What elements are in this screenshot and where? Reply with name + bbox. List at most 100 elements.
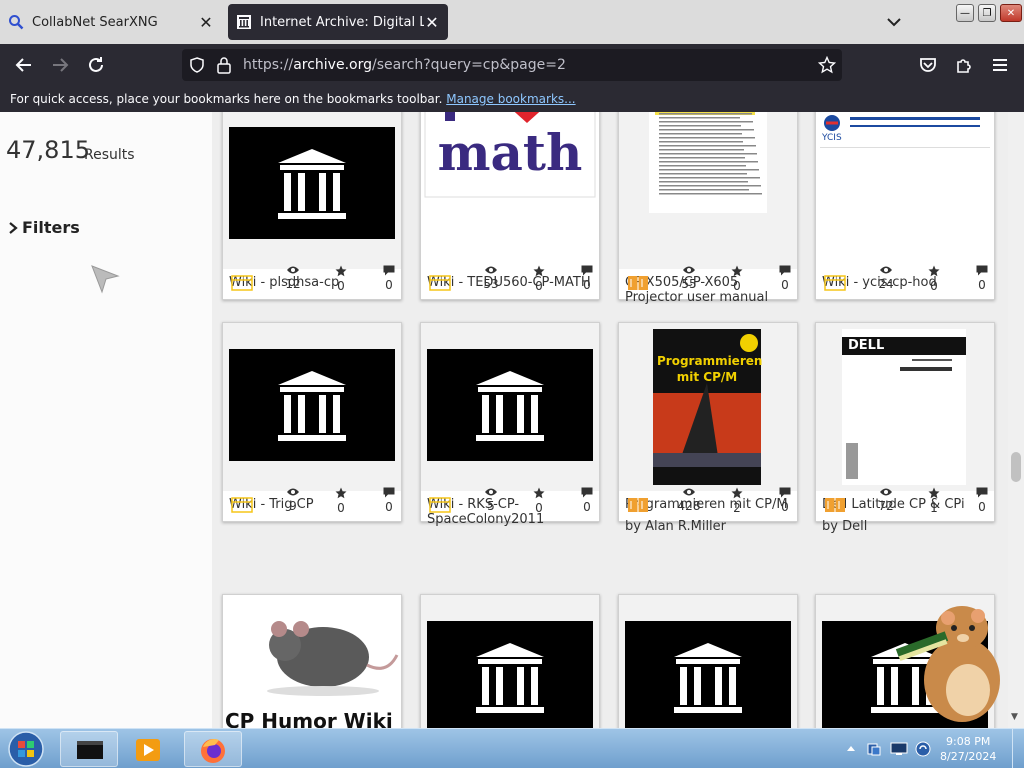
lock-icon[interactable] — [216, 56, 232, 74]
views-count: 53 — [483, 277, 499, 291]
reload-icon[interactable] — [84, 53, 108, 77]
reviews-stat: 0 — [567, 487, 607, 514]
archive-logo-thumbnail[interactable] — [421, 595, 599, 728]
dell-manual-thumbnail[interactable]: DELL — [816, 323, 994, 491]
scroll-down-arrow[interactable]: ▼ — [1011, 712, 1018, 722]
reviews-stat: 0 — [765, 265, 805, 292]
reviews-count: 0 — [385, 278, 393, 292]
favorites-star-icon — [928, 487, 940, 499]
bookmarks-toolbar: For quick access, place your bookmarks h… — [0, 86, 1024, 112]
reviews-comment-icon — [779, 487, 791, 498]
result-stats: 53 0 0 — [421, 265, 599, 297]
url-prefix: https:// — [243, 57, 294, 73]
result-card[interactable]: CP-X505/CP-X605 Projector user manual 55 0… — [618, 112, 798, 305]
result-stats: 55 0 0 — [619, 265, 797, 297]
volume-icon[interactable] — [914, 740, 932, 758]
thumbnail-text: DELL — [848, 338, 885, 353]
result-stats: 428 2 0 — [619, 487, 797, 519]
result-stats: 12 0 0 — [223, 265, 401, 297]
tab-title: Internet Archive: Digital Library — [260, 14, 424, 30]
extensions-icon[interactable] — [952, 53, 976, 77]
archive-logo-thumbnail[interactable] — [223, 112, 401, 269]
result-stats: 9 0 0 — [223, 487, 401, 519]
filters-toggle[interactable]: Filters — [8, 218, 80, 237]
result-card[interactable]: Wiki - Trig CP 9 0 0 — [222, 322, 402, 522]
views-stat: 72 — [866, 487, 906, 513]
result-card[interactable] — [618, 594, 798, 728]
reviews-stat: 0 — [567, 265, 607, 292]
hamburger-menu-icon[interactable] — [988, 53, 1012, 77]
shield-icon[interactable] — [188, 56, 206, 74]
show-hidden-icons-icon[interactable] — [846, 743, 856, 753]
tab-title: CollabNet SearXNG — [32, 14, 158, 30]
search-icon — [9, 15, 24, 30]
network-icon[interactable] — [866, 741, 882, 757]
result-card[interactable]: DELL Dell Latitude CP & CPi by Dell 72 1 0 — [815, 322, 995, 534]
pocket-icon[interactable] — [916, 53, 940, 77]
favorites-stat: 0 — [321, 487, 361, 515]
result-card[interactable]: Programmieren mit CP/M Programmieren mit … — [618, 322, 798, 534]
result-creator[interactable]: by Dell — [822, 519, 867, 534]
show-desktop-button[interactable] — [1012, 729, 1024, 768]
url-text[interactable]: https://archive.org/search?query=cp&page… — [243, 57, 566, 73]
close-tab-icon[interactable]: ✕ — [198, 13, 214, 32]
taskbar-item-media-player[interactable] — [120, 731, 178, 767]
back-arrow-icon[interactable] — [12, 53, 36, 77]
views-icon — [880, 488, 892, 496]
book-cover-thumbnail[interactable]: Programmieren mit CP/M — [619, 323, 797, 491]
favorites-star-icon — [533, 265, 545, 277]
taskbar-item-firefox[interactable] — [184, 731, 242, 767]
tab-internet-archive[interactable]: Internet Archive: Digital Library ✕ — [228, 4, 448, 40]
reviews-stat: 0 — [765, 487, 805, 514]
manage-bookmarks-link[interactable]: Manage bookmarks... — [446, 92, 575, 106]
favorites-count: 0 — [930, 279, 938, 293]
reviews-comment-icon — [383, 265, 395, 276]
result-card[interactable]: YCIS Wiki - ycis-cp-hod 24 0 0 — [815, 112, 995, 300]
result-card[interactable]: Wiki - plsdhsa-cp 12 0 0 — [222, 112, 402, 300]
favorites-stat: 1 — [914, 487, 954, 515]
views-stat: 9 — [273, 487, 313, 513]
maximize-button[interactable]: ❐ — [978, 4, 996, 22]
reviews-count: 0 — [978, 278, 986, 292]
minimize-button[interactable]: — — [956, 4, 974, 22]
tab-collabnet-searxng[interactable]: CollabNet SearXNG ✕ — [0, 4, 222, 40]
math-thumbnail[interactable]: math — [421, 112, 599, 269]
window-close-button[interactable]: ✕ — [1000, 4, 1022, 22]
reviews-stat: 0 — [962, 487, 1002, 514]
forward-arrow-icon[interactable] — [48, 53, 72, 77]
result-stats: 72 1 0 — [816, 487, 994, 519]
result-stats: 5 0 0 — [421, 487, 599, 519]
ycis-thumbnail[interactable]: YCIS — [816, 112, 994, 269]
page-scrollbar[interactable]: ▼ — [1008, 112, 1024, 728]
scroll-thumb[interactable] — [1011, 452, 1021, 482]
manual-page-thumbnail[interactable] — [619, 112, 797, 269]
views-icon — [485, 488, 497, 496]
result-card[interactable]: math Wiki - TEDU560-CP-MATH 53 0 0 — [420, 112, 600, 300]
taskbar-item-terminal[interactable] — [60, 731, 118, 767]
address-bar[interactable]: https://archive.org/search?query=cp&page… — [182, 49, 842, 81]
result-creator[interactable]: by Alan R.Miller — [625, 519, 726, 534]
star-bookmark-icon[interactable] — [818, 56, 836, 74]
close-tab-icon[interactable]: ✕ — [424, 13, 440, 32]
archive-logo-thumbnail[interactable] — [223, 323, 401, 491]
start-button-icon[interactable] — [6, 730, 46, 768]
result-card[interactable]: Wiki - RKS-CP-SpaceColony2011 5 0 0 — [420, 322, 600, 527]
views-stat: 53 — [471, 265, 511, 291]
archive-logo-thumbnail[interactable] — [421, 323, 599, 491]
views-icon — [683, 488, 695, 496]
views-stat: 55 — [669, 265, 709, 291]
tab-strip: CollabNet SearXNG ✕ Internet Archive: Di… — [0, 0, 1024, 44]
system-clock[interactable]: 9:08 PM 8/27/2024 — [940, 734, 996, 764]
views-stat: 5 — [471, 487, 511, 513]
chevron-down-icon[interactable] — [884, 12, 904, 32]
display-icon[interactable] — [890, 741, 908, 757]
favorites-stat: 0 — [519, 487, 559, 515]
reviews-count: 0 — [781, 278, 789, 292]
rat-thumbnail[interactable]: CP Humor Wiki — [223, 595, 401, 728]
filters-label: Filters — [22, 218, 80, 237]
texts-book-icon — [825, 498, 845, 512]
result-card[interactable] — [420, 594, 600, 728]
results-count: 47,815 — [6, 136, 90, 164]
archive-logo-thumbnail[interactable] — [619, 595, 797, 728]
result-card[interactable]: CP Humor Wiki — [222, 594, 402, 728]
